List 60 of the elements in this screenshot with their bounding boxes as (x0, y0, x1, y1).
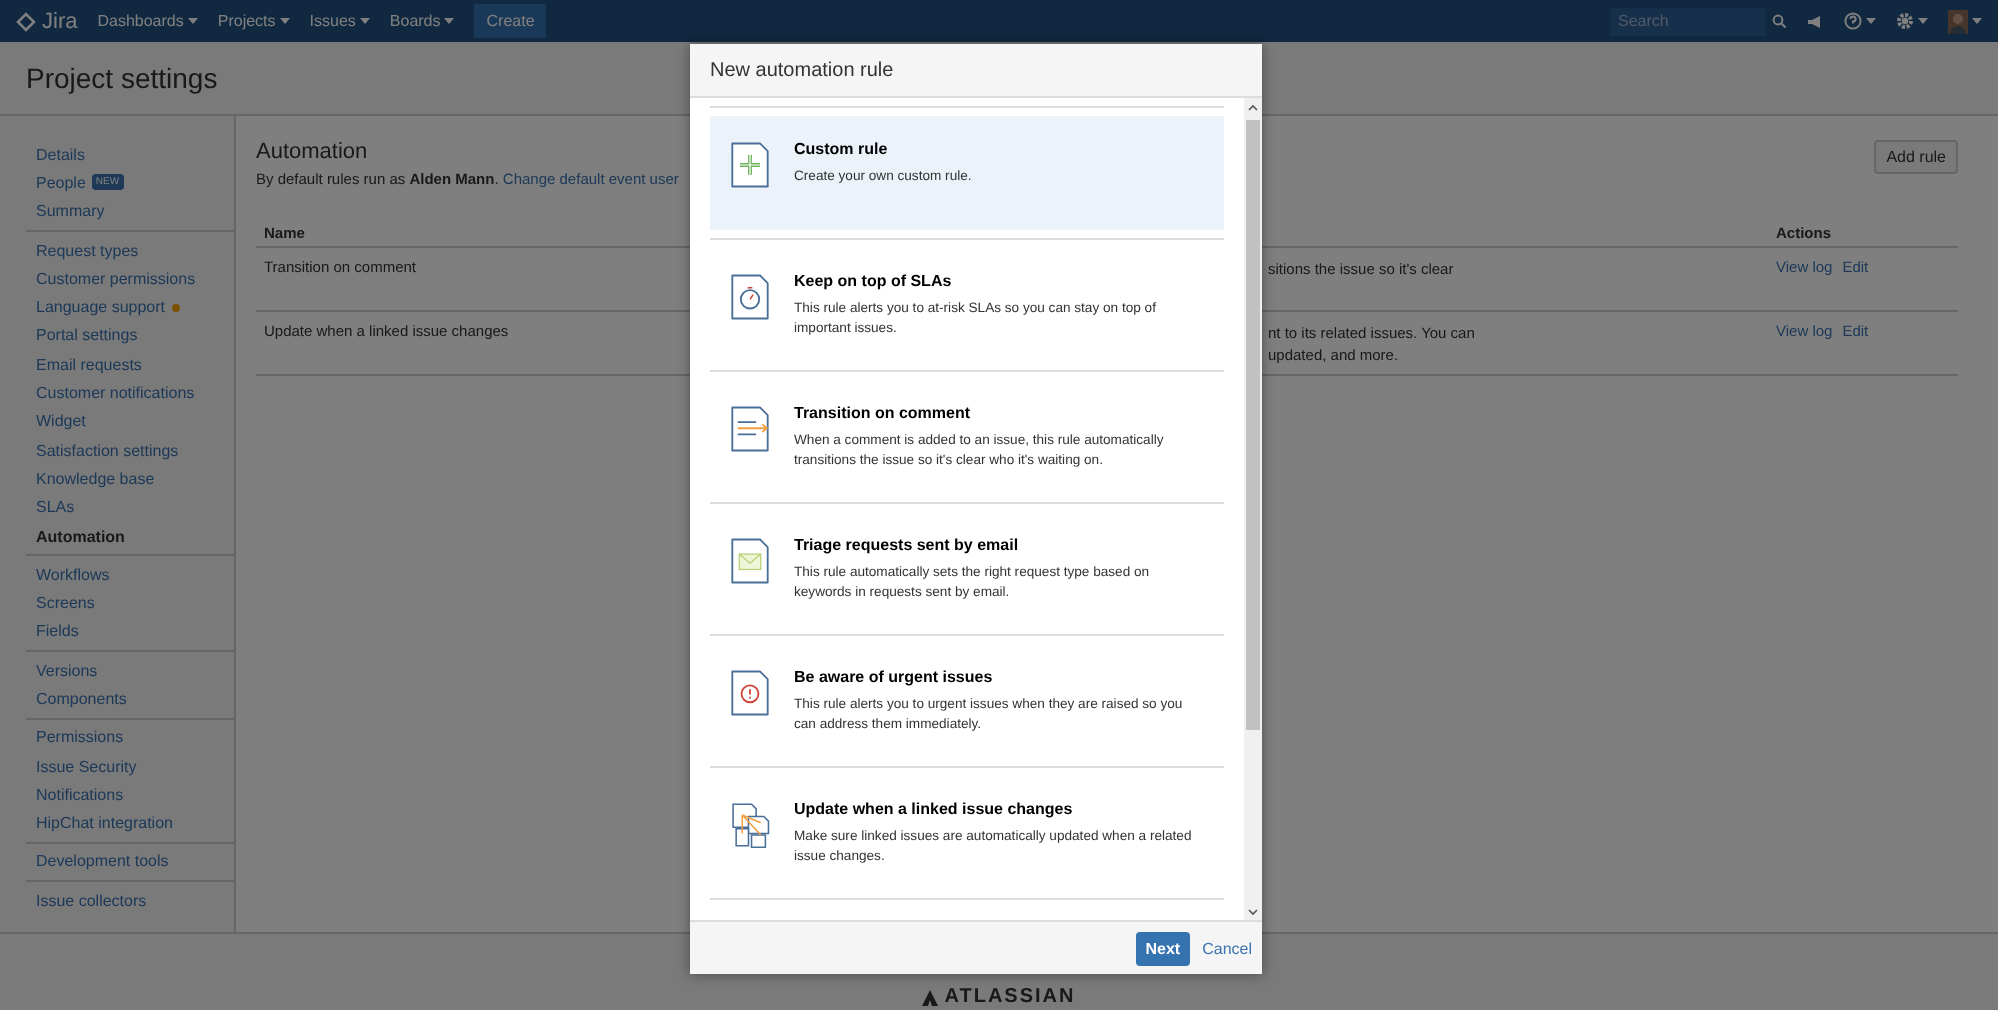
search-icon (1772, 14, 1786, 28)
add-rule-button[interactable]: Add rule (1874, 140, 1958, 174)
cancel-link[interactable]: Cancel (1202, 939, 1252, 957)
sidebar-item[interactable]: Issue Security (36, 751, 234, 781)
sidebar-item[interactable]: Development tools (36, 847, 234, 877)
template-title: Custom rule (794, 140, 890, 158)
sidebar-item[interactable]: Portal settings (36, 321, 234, 351)
help-icon[interactable] (1844, 12, 1862, 30)
sidebar-item[interactable]: Satisfaction settings (36, 435, 234, 465)
logo-text: ATLASSIAN (944, 986, 1076, 1008)
sidebar-item[interactable]: Customer permissions (36, 264, 234, 293)
sidebar-item[interactable]: Request types (36, 235, 234, 265)
sidebar-item[interactable]: HipChat integration (36, 809, 234, 838)
sidebar-item[interactable]: Widget (36, 407, 234, 436)
logo-icon (16, 11, 36, 31)
sidebar-item[interactable]: Automation (36, 521, 234, 551)
sidebar-item[interactable]: Details (36, 140, 234, 169)
logo-icon (922, 989, 939, 1005)
sidebar-item[interactable]: Summary (36, 197, 234, 226)
sidebar-item[interactable]: Notifications (36, 780, 234, 810)
template-title: Triage requests sent by email (794, 536, 1021, 554)
sidebar-item[interactable]: Workflows (36, 560, 234, 589)
sidebar-item[interactable]: Versions (36, 656, 234, 685)
nav-menu[interactable]: Dashboards (97, 12, 198, 30)
caret-icon (1866, 17, 1876, 25)
section-heading: Automation (256, 140, 370, 164)
template-title: Transition on comment (794, 404, 973, 422)
page-title: Project settings (26, 62, 218, 94)
jira-logo[interactable]: Jira (16, 9, 78, 33)
logo-text: Jira (42, 9, 78, 33)
settings-icon[interactable] (1896, 12, 1914, 30)
template-title: Keep on top of SLAs (794, 272, 954, 290)
sidebar-item[interactable]: Fields (36, 617, 234, 647)
caret-icon (279, 17, 290, 25)
caret-icon (1918, 17, 1928, 25)
scrollbar[interactable] (1244, 98, 1262, 920)
caret-icon (444, 17, 455, 25)
caret-icon (1972, 17, 1982, 25)
next-button[interactable]: Next (1135, 931, 1191, 965)
template-title: Update when a linked issue changes (794, 800, 1075, 818)
sidebar-item[interactable]: Permissions (36, 723, 234, 752)
sidebar-item[interactable]: Email requests (36, 350, 234, 379)
megaphone-icon[interactable] (1806, 13, 1824, 29)
sidebar-item[interactable]: Screens (36, 588, 234, 618)
caret-icon (187, 17, 198, 25)
sidebar-item[interactable]: Knowledge base (36, 464, 234, 494)
sidebar-item[interactable]: Language support (36, 292, 234, 322)
nav-menu[interactable]: Issues (309, 12, 370, 30)
modal-title: New automation rule (710, 59, 894, 81)
sidebar-item[interactable]: SLAs (36, 493, 234, 522)
template-title: Be aware of urgent issues (794, 668, 995, 686)
create-button[interactable]: Create (474, 4, 547, 38)
sidebar-item[interactable]: Components (36, 684, 234, 714)
nav-menu[interactable]: Projects (217, 12, 290, 30)
caret-icon (359, 17, 370, 25)
search-field[interactable]: Search (1610, 7, 1766, 35)
sidebar-item[interactable]: Issue collectors (36, 886, 234, 915)
avatar-icon[interactable] (1948, 9, 1968, 33)
sidebar-item[interactable]: Customer notifications (36, 378, 234, 408)
nav-menu[interactable]: Boards (389, 12, 455, 30)
